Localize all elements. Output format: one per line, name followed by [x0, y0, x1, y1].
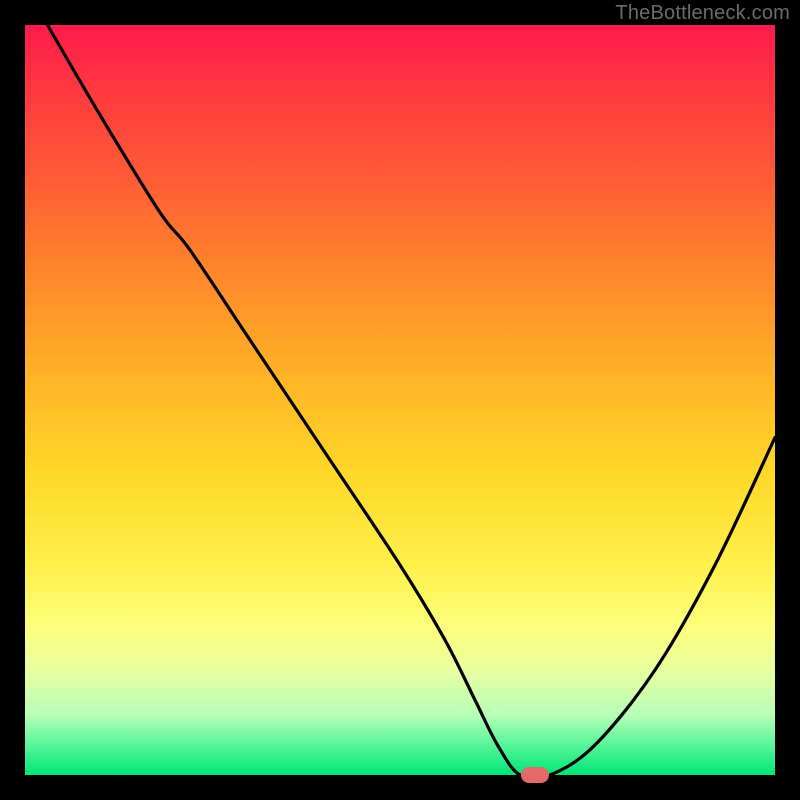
chart-frame: TheBottleneck.com [0, 0, 800, 800]
optimal-marker [521, 767, 549, 783]
bottleneck-curve [25, 25, 775, 775]
watermark-text: TheBottleneck.com [615, 2, 790, 25]
plot-area [25, 25, 775, 775]
